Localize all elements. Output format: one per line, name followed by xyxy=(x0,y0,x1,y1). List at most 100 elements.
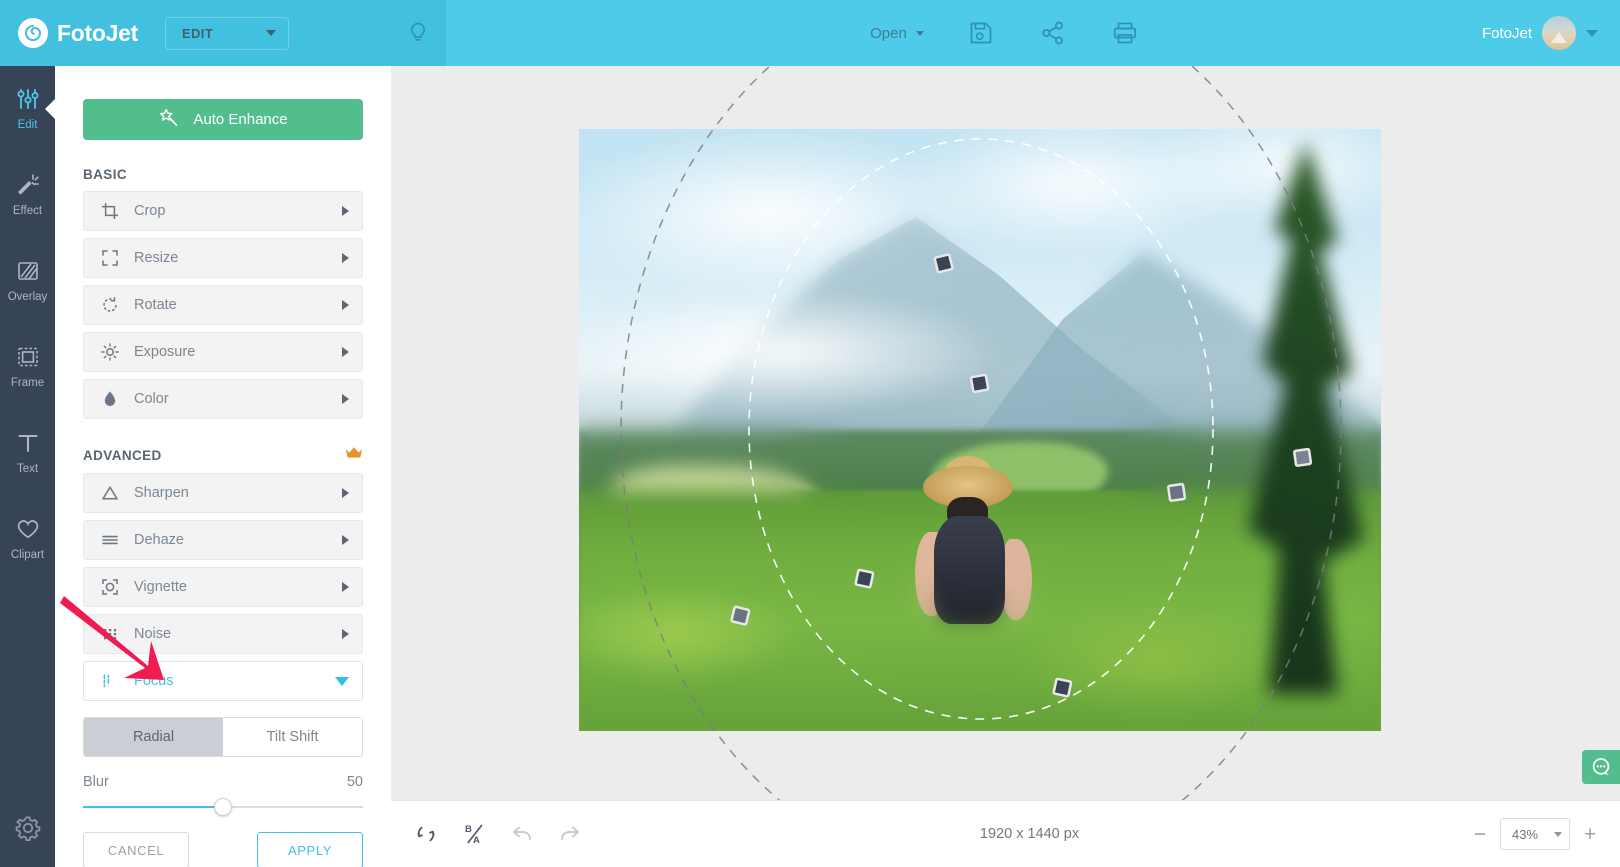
sidebar-item-label: Clipart xyxy=(10,549,45,561)
tool-label: Sharpen xyxy=(134,485,189,501)
crop-icon xyxy=(101,202,127,220)
left-nav-rail: Edit Effect Overlay Frame Text Clipart xyxy=(0,66,55,867)
blur-label: Blur xyxy=(83,774,109,790)
zoom-level-value: 43% xyxy=(1512,826,1539,842)
avatar xyxy=(1542,16,1576,50)
magic-wand-icon xyxy=(15,173,41,200)
basic-label-text: BASIC xyxy=(83,167,128,182)
sidebar-item-clipart[interactable]: Clipart xyxy=(0,496,55,582)
section-basic-label: BASIC xyxy=(83,167,363,182)
chevron-right-icon xyxy=(342,206,349,216)
tool-label: Focus xyxy=(134,673,174,689)
tool-label: Crop xyxy=(134,203,166,219)
blur-slider-knob[interactable] xyxy=(214,798,232,816)
logo-text: FotoJet xyxy=(57,19,138,46)
chevron-right-icon xyxy=(342,394,349,404)
zoom-in-button[interactable]: + xyxy=(1582,824,1598,845)
chevron-right-icon xyxy=(342,300,349,310)
zoom-controls: − 43% + xyxy=(1472,818,1620,850)
rotate-icon xyxy=(101,296,127,314)
tool-row-resize[interactable]: Resize xyxy=(83,238,363,278)
blur-slider-fill xyxy=(83,806,223,808)
tool-label: Dehaze xyxy=(134,532,184,548)
before-after-icon[interactable]: B A xyxy=(457,817,491,851)
tool-row-color[interactable]: Color xyxy=(83,379,363,419)
app-header: FotoJet EDIT Open FotoJet xyxy=(0,0,1620,66)
tab-tilt-shift[interactable]: Tilt Shift xyxy=(223,718,362,756)
auto-enhance-label: Auto Enhance xyxy=(193,111,288,128)
redo-arrow-icon[interactable] xyxy=(553,817,587,851)
frame-icon xyxy=(15,345,41,372)
refresh-compare-icon[interactable] xyxy=(409,817,443,851)
tool-label: Exposure xyxy=(134,344,196,360)
fotojet-editor-app: FotoJet EDIT Open FotoJet Edit Effect Ov… xyxy=(0,0,1620,867)
focus-mode-tabs: Radial Tilt Shift xyxy=(83,717,363,757)
tool-row-sharpen[interactable]: Sharpen xyxy=(83,473,363,513)
sidebar-item-effect[interactable]: Effect xyxy=(0,152,55,238)
sidebar-item-label: Text xyxy=(16,463,39,475)
zoom-out-button[interactable]: − xyxy=(1472,824,1488,845)
section-advanced-label: ADVANCED xyxy=(83,446,363,464)
bottom-left-tools: B A xyxy=(391,817,587,851)
svg-text:B: B xyxy=(465,824,472,835)
tool-row-exposure[interactable]: Exposure xyxy=(83,332,363,372)
sidebar-item-overlay[interactable]: Overlay xyxy=(0,238,55,324)
zoom-level-select[interactable]: 43% xyxy=(1500,818,1570,850)
edited-photo[interactable] xyxy=(579,129,1381,731)
tool-row-crop[interactable]: Crop xyxy=(83,191,363,231)
tab-radial[interactable]: Radial xyxy=(84,718,223,756)
mode-dropdown[interactable]: EDIT xyxy=(164,16,289,50)
chat-bubble-icon[interactable] xyxy=(1582,750,1620,784)
open-label: Open xyxy=(870,24,907,42)
hatch-overlay-icon xyxy=(15,259,41,286)
lines-dehaze-icon xyxy=(101,531,127,549)
sliders-icon xyxy=(15,87,41,114)
focus-actions: CANCEL APPLY xyxy=(83,832,363,867)
tool-row-rotate[interactable]: Rotate xyxy=(83,285,363,325)
blur-slider[interactable] xyxy=(83,798,363,816)
image-canvas[interactable] xyxy=(391,66,1620,800)
tool-label: Vignette xyxy=(134,579,187,595)
center-tools: Open xyxy=(390,18,1620,48)
svg-text:A: A xyxy=(473,835,480,846)
tool-row-noise[interactable]: Noise xyxy=(83,614,363,654)
mode-label: EDIT xyxy=(181,25,214,41)
chevron-right-icon xyxy=(342,253,349,263)
sidebar-item-edit[interactable]: Edit xyxy=(0,66,55,152)
sidebar-item-text[interactable]: Text xyxy=(0,410,55,496)
sparkle-wand-icon xyxy=(158,107,180,133)
tool-row-focus[interactable]: Focus xyxy=(83,661,363,701)
chevron-right-icon xyxy=(342,347,349,357)
user-name: FotoJet xyxy=(1481,24,1532,42)
cancel-button[interactable]: CANCEL xyxy=(83,832,189,867)
resize-arrows-icon xyxy=(101,249,127,267)
tool-label: Rotate xyxy=(134,297,177,313)
chevron-right-icon xyxy=(342,535,349,545)
tool-row-dehaze[interactable]: Dehaze xyxy=(83,520,363,560)
floppy-save-icon[interactable] xyxy=(966,18,996,48)
caret-down-icon xyxy=(1554,831,1562,837)
bottom-toolbar: B A 1920 x 1440 px − 43% + xyxy=(391,800,1620,867)
printer-icon[interactable] xyxy=(1110,18,1140,48)
chevron-right-icon xyxy=(342,629,349,639)
focus-icon xyxy=(101,672,127,690)
chevron-right-icon xyxy=(342,582,349,592)
caret-down-icon xyxy=(1586,29,1598,37)
brand-area: FotoJet EDIT xyxy=(0,0,390,66)
undo-arrow-icon[interactable] xyxy=(505,817,539,851)
droplet-icon xyxy=(101,390,127,408)
caret-down-icon xyxy=(265,30,276,36)
share-nodes-icon[interactable] xyxy=(1038,18,1068,48)
open-menu[interactable]: Open xyxy=(870,25,924,42)
fotojet-swirl-icon[interactable] xyxy=(18,18,48,48)
apply-button[interactable]: APPLY xyxy=(257,832,363,867)
auto-enhance-button[interactable]: Auto Enhance xyxy=(83,99,363,140)
brightness-sun-icon xyxy=(101,343,127,361)
tool-row-vignette[interactable]: Vignette xyxy=(83,567,363,607)
sidebar-item-frame[interactable]: Frame xyxy=(0,324,55,410)
advanced-label-text: ADVANCED xyxy=(83,447,162,463)
sidebar-item-label: Frame xyxy=(10,377,45,389)
user-menu[interactable]: FotoJet xyxy=(1482,16,1598,50)
caret-down-icon xyxy=(335,676,349,686)
gear-icon[interactable] xyxy=(0,815,55,841)
